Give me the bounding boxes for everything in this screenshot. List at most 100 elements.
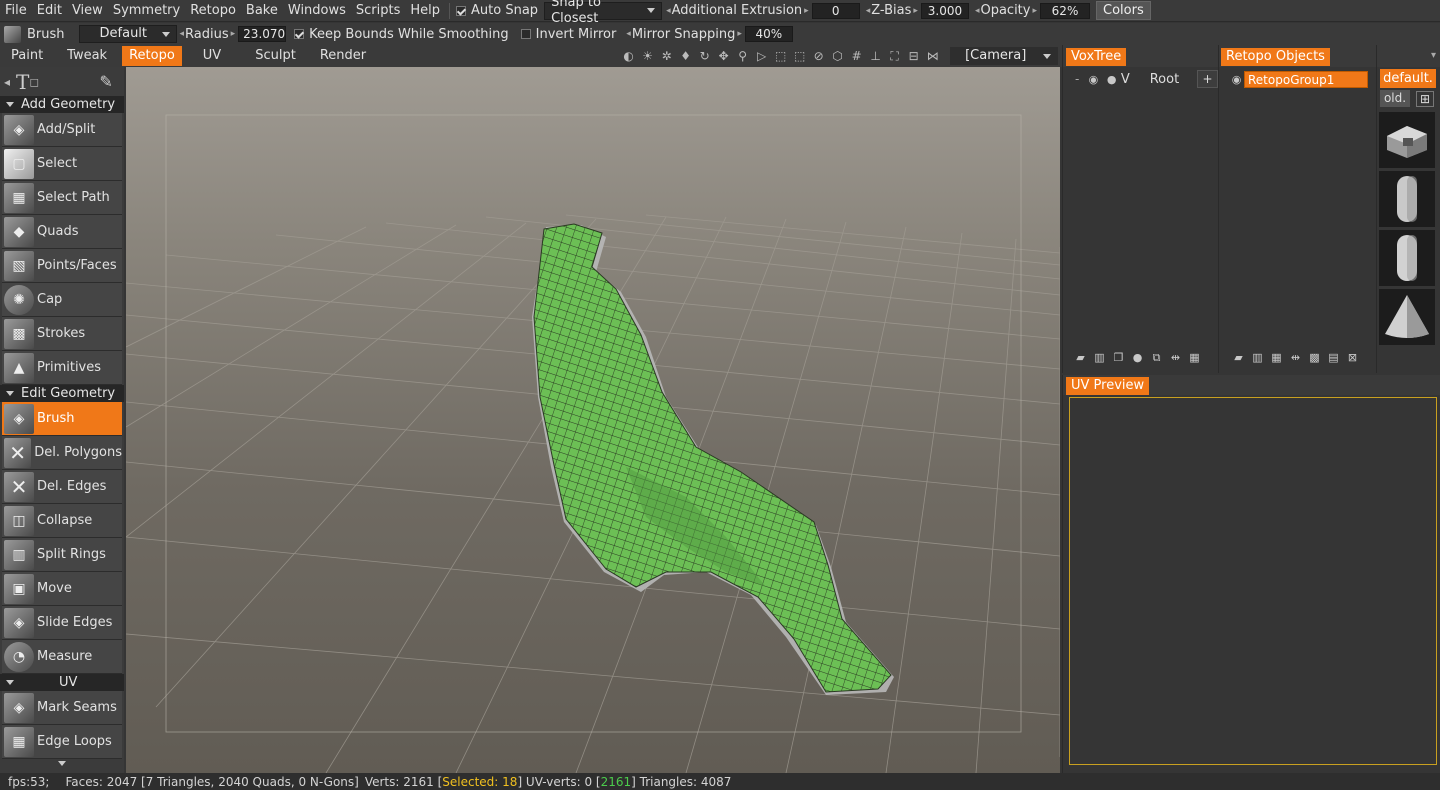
uv-header[interactable]: UV — [0, 674, 124, 691]
perspective-icon[interactable]: ⋈ — [924, 48, 941, 65]
grid-icon[interactable]: ▦ — [1270, 351, 1283, 364]
default-preset-button[interactable]: default. — [1380, 69, 1436, 88]
folder-icon[interactable]: ▰ — [1074, 351, 1087, 364]
tool-measure[interactable]: ◔ Measure — [2, 640, 122, 674]
pan-icon[interactable]: ✥ — [715, 48, 732, 65]
tool-select-path[interactable]: ▦ Select Path — [2, 181, 122, 215]
menu-symmetry[interactable]: Symmetry — [108, 0, 185, 22]
keep-bounds-checkbox[interactable] — [294, 29, 305, 39]
trash-icon[interactable]: ▥ — [1093, 351, 1106, 364]
keep-bounds-toggle[interactable]: Keep Bounds While Smoothing — [294, 27, 509, 42]
menu-help[interactable]: Help — [405, 0, 445, 22]
tool-del-polygons[interactable]: ✕ Del. Polygons — [2, 436, 122, 470]
opacity-field[interactable]: 62% — [1040, 2, 1091, 19]
tab-paint[interactable]: Paint — [4, 46, 50, 66]
colors-button[interactable]: Colors — [1096, 1, 1151, 20]
close-icon[interactable]: ⊠ — [1346, 351, 1359, 364]
split-view-icon[interactable]: ⊟ — [905, 48, 922, 65]
voxtree-root-label[interactable]: Root — [1150, 72, 1179, 87]
tool-del-edges[interactable]: ✕ Del. Edges — [2, 470, 122, 504]
frame-all-icon[interactable]: ⬚ — [772, 48, 789, 65]
menu-file[interactable]: File — [0, 0, 32, 22]
tab-retopo[interactable]: Retopo — [122, 46, 182, 66]
edit-geometry-header[interactable]: Edit Geometry — [0, 385, 124, 402]
auto-snap-checkbox[interactable] — [456, 5, 467, 16]
menu-edit[interactable]: Edit — [32, 0, 67, 22]
tool-add-split[interactable]: ◈ Add/Split — [2, 113, 122, 147]
3d-viewport[interactable] — [126, 67, 1060, 773]
tool-slide-edges[interactable]: ◈ Slide Edges — [2, 606, 122, 640]
axis-icon[interactable]: ⊥ — [867, 48, 884, 65]
menu-bake[interactable]: Bake — [241, 0, 283, 22]
primitive-thumb-box[interactable] — [1379, 112, 1435, 168]
play-icon[interactable]: ▷ — [753, 48, 770, 65]
snap-mode-dropdown[interactable]: Snap to Closest — [544, 0, 663, 26]
menu-view[interactable]: View — [67, 0, 108, 22]
tab-uv[interactable]: UV — [196, 46, 228, 66]
table-icon[interactable]: ▩ — [1308, 351, 1321, 364]
tool-quads[interactable]: ◆ Quads — [2, 215, 122, 249]
add-geometry-header[interactable]: Add Geometry — [0, 96, 124, 113]
no-icon[interactable]: ⊘ — [810, 48, 827, 65]
pen-icon[interactable]: ✎ — [99, 72, 112, 91]
sphere-icon[interactable]: ● — [1131, 351, 1144, 364]
sphere-icon[interactable]: ● — [1106, 73, 1118, 86]
primitive-thumb-cylinder[interactable] — [1379, 230, 1435, 286]
retopo-group-label[interactable]: RetopoGroup1 — [1244, 70, 1368, 88]
tool-points-faces[interactable]: ▧ Points/Faces — [2, 249, 122, 283]
retopo-objects-tab[interactable]: Retopo Objects — [1221, 48, 1330, 66]
preset-dropdown[interactable]: Default — [78, 25, 177, 43]
camera-dropdown[interactable]: [Camera] — [950, 47, 1059, 65]
folder-icon[interactable]: ▰ — [1232, 351, 1245, 364]
cube-icon[interactable]: ⬡ — [829, 48, 846, 65]
grid-icon[interactable]: # — [848, 48, 865, 65]
tool-primitives[interactable]: ▲ Primitives — [2, 351, 122, 385]
zoom-icon[interactable]: ⚲ — [734, 48, 751, 65]
layout-icon[interactable]: ▤ — [1327, 351, 1340, 364]
contrast-icon[interactable]: ◐ — [620, 48, 637, 65]
panel-menu-icon[interactable]: ▾ — [1377, 45, 1440, 67]
text-tool-icon[interactable]: T — [16, 70, 29, 94]
radius-field[interactable]: 23.070 — [238, 26, 287, 42]
tool-brush[interactable]: ◈ Brush — [2, 402, 122, 436]
tool-edge-loops[interactable]: ▦ Edge Loops — [2, 725, 122, 759]
collapse-icon[interactable]: - — [1075, 72, 1079, 86]
scroll-more-indicator[interactable] — [0, 759, 124, 767]
eye-icon[interactable]: ◉ — [1230, 73, 1243, 86]
invert-mirror-toggle[interactable]: Invert Mirror — [520, 27, 616, 42]
fullscreen-icon[interactable]: ⛶ — [886, 48, 903, 65]
uv-preview-tab[interactable]: UV Preview — [1066, 377, 1150, 395]
menu-windows[interactable]: Windows — [283, 0, 351, 22]
tab-tweak[interactable]: Tweak — [60, 46, 114, 66]
old-preset-button[interactable]: old. — [1380, 90, 1410, 107]
tool-split-rings[interactable]: ▥ Split Rings — [2, 538, 122, 572]
tool-move[interactable]: ▣ Move — [2, 572, 122, 606]
drop-icon[interactable]: ♦ — [677, 48, 694, 65]
tool-strokes[interactable]: ▩ Strokes — [2, 317, 122, 351]
merge-icon[interactable]: ⇹ — [1169, 351, 1182, 364]
additional-extrusion-field[interactable]: 0 — [811, 2, 860, 19]
merge-icon[interactable]: ⇹ — [1289, 351, 1302, 364]
frame-selection-icon[interactable]: ⬚ — [791, 48, 808, 65]
voxtree-tab[interactable]: VoxTree — [1066, 48, 1127, 66]
primitive-thumb-capsule[interactable] — [1379, 171, 1435, 227]
uv-preview-canvas[interactable] — [1069, 397, 1437, 765]
menu-retopo[interactable]: Retopo — [185, 0, 241, 22]
tool-mark-seams[interactable]: ◈ Mark Seams — [2, 691, 122, 725]
voxtree-root-row[interactable]: - ◉ ● V Root + — [1063, 67, 1218, 91]
tool-select[interactable]: ▢ Select — [2, 147, 122, 181]
light-direction-icon[interactable]: ✲ — [658, 48, 675, 65]
light-icon[interactable]: ☀ — [639, 48, 656, 65]
add-volume-button[interactable]: + — [1197, 70, 1218, 88]
retopo-group-row[interactable]: ◉ RetopoGroup1 — [1219, 67, 1376, 91]
auto-snap-toggle[interactable]: Auto Snap — [456, 3, 538, 18]
add-preset-icon[interactable]: ⊞ — [1416, 90, 1434, 107]
primitive-thumb-cone[interactable] — [1379, 289, 1435, 345]
tool-collapse[interactable]: ◫ Collapse — [2, 504, 122, 538]
tab-render[interactable]: Render — [313, 46, 373, 66]
duplicate-icon[interactable]: ⧉ — [1150, 351, 1163, 364]
eye-icon[interactable]: ◉ — [1087, 73, 1099, 86]
mirror-snapping-field[interactable]: 40% — [744, 26, 793, 42]
grid-icon[interactable]: ▦ — [1188, 351, 1201, 364]
visibility-flag[interactable]: V — [1121, 72, 1130, 87]
